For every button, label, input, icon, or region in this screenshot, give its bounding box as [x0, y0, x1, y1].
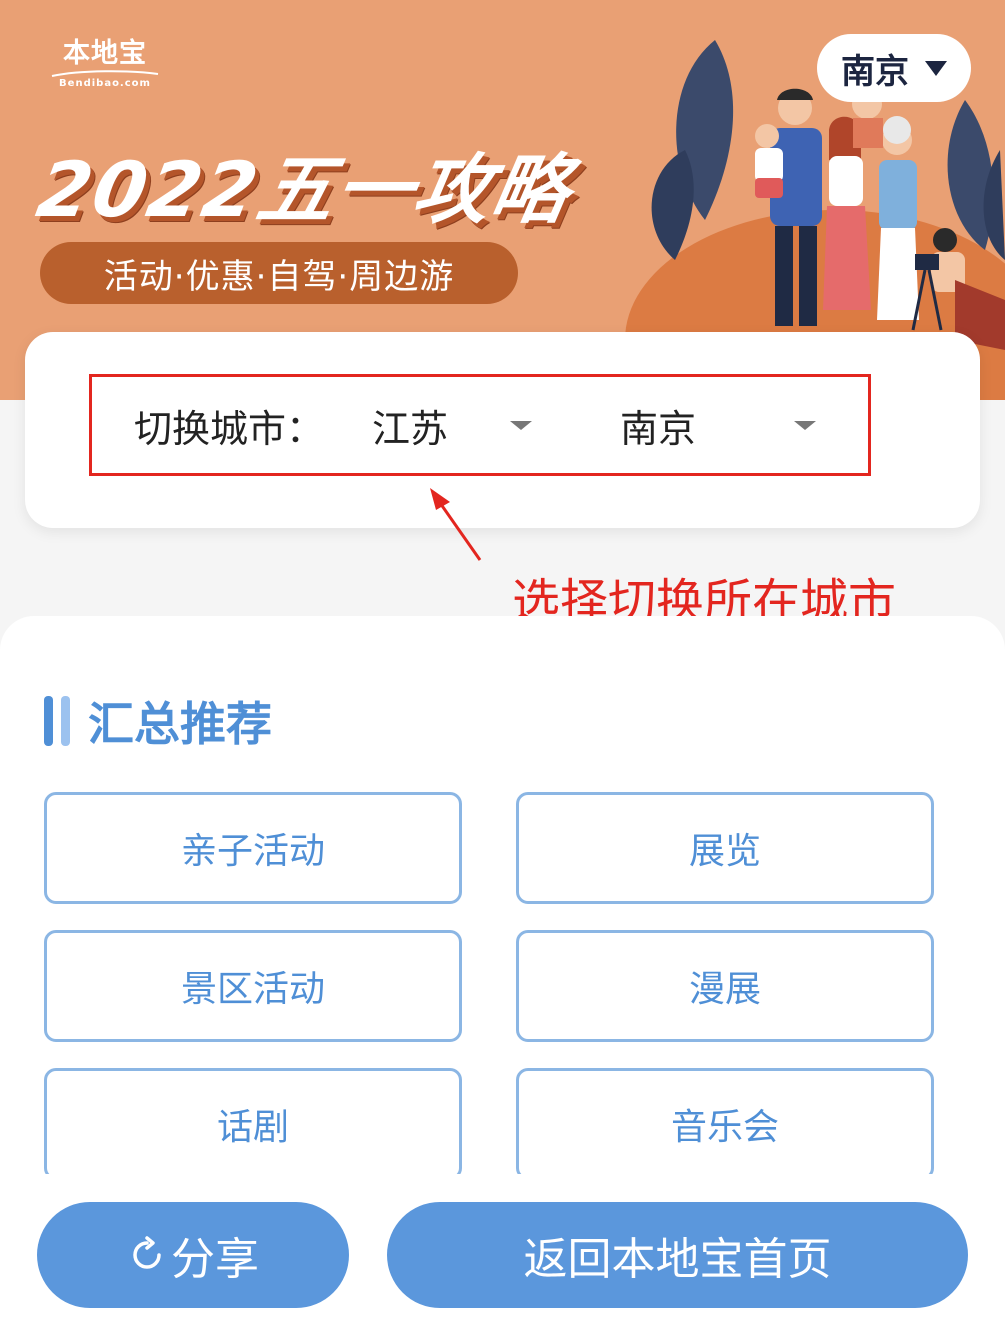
chevron-down-icon — [510, 420, 532, 430]
logo-subtext: Bendibao.com — [59, 78, 151, 89]
logo-swoosh — [51, 70, 159, 77]
city-select[interactable]: 南京 — [620, 395, 816, 455]
banner-title: 2022五一攻略 — [31, 145, 579, 234]
city-selector-pill[interactable]: 南京 — [817, 34, 971, 102]
city-switch-highlight: 切换城市： 江苏 南京 — [89, 374, 871, 476]
chevron-down-icon — [925, 60, 947, 76]
share-label: 分享 — [171, 1234, 259, 1285]
bendibao-logo[interactable]: 本地宝 Bendibao.com — [40, 38, 170, 94]
city-value: 南京 — [620, 406, 697, 451]
recommend-item-drama[interactable]: 话剧 — [44, 1068, 462, 1180]
current-city: 南京 — [841, 51, 909, 92]
province-select[interactable]: 江苏 — [372, 395, 532, 455]
recommend-item-parent-child[interactable]: 亲子活动 — [44, 792, 462, 904]
city-switch-card: 切换城市： 江苏 南京 — [25, 332, 980, 528]
share-icon — [133, 1236, 161, 1269]
logo-text: 本地宝 — [63, 38, 147, 69]
province-value: 江苏 — [372, 406, 449, 451]
share-button[interactable]: 分享 — [37, 1202, 349, 1308]
recommend-item-scenic[interactable]: 景区活动 — [44, 930, 462, 1042]
recommend-item-concert[interactable]: 音乐会 — [516, 1068, 934, 1180]
back-home-button[interactable]: 返回本地宝首页 — [387, 1202, 968, 1308]
chevron-down-icon — [794, 420, 816, 430]
annotation-arrow-icon — [430, 488, 482, 561]
recommend-item-exhibition[interactable]: 展览 — [516, 792, 934, 904]
city-switch-label: 切换城市： — [134, 406, 325, 451]
banner-tagline: 活动·优惠·自驾·周边游 — [40, 242, 518, 304]
recommend-item-comic-expo[interactable]: 漫展 — [516, 930, 934, 1042]
